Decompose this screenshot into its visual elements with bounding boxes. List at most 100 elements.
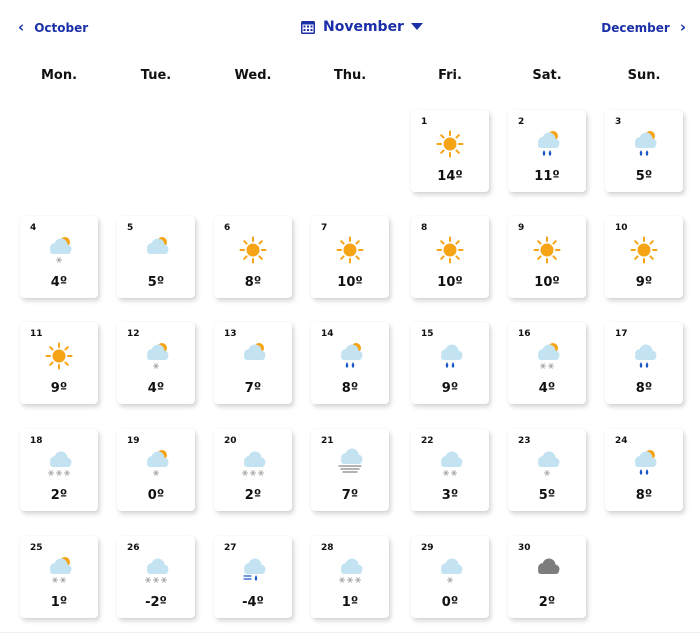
day-card[interactable]: 1 14º bbox=[411, 110, 489, 192]
day-number: 26 bbox=[127, 543, 140, 553]
temperature: 8º bbox=[635, 381, 653, 396]
day-number: 23 bbox=[518, 436, 531, 446]
day-card[interactable]: 22 3º bbox=[411, 429, 489, 511]
weather-partly-rain-icon bbox=[531, 128, 563, 160]
day-card[interactable]: 9 10º bbox=[508, 216, 586, 298]
day-card[interactable]: 24 8º bbox=[605, 429, 683, 511]
day-number: 27 bbox=[224, 543, 237, 553]
day-card[interactable]: 7 10º bbox=[311, 216, 389, 298]
temperature: 4º bbox=[538, 381, 556, 396]
weather-cloud-snow-icon bbox=[531, 447, 563, 479]
weather-partly-snow2-icon bbox=[531, 340, 563, 372]
weather-cloud-rain-icon bbox=[628, 340, 660, 372]
temperature: 5º bbox=[538, 488, 556, 503]
temperature: 4º bbox=[147, 381, 165, 396]
day-number: 20 bbox=[224, 436, 237, 446]
weather-cloud-snow3-icon bbox=[334, 554, 366, 586]
temperature: 0º bbox=[441, 595, 459, 610]
weekday-label: Thu. bbox=[333, 68, 367, 83]
day-number: 7 bbox=[321, 223, 328, 233]
temperature: 7º bbox=[244, 381, 262, 396]
temperature: 1º bbox=[341, 595, 359, 610]
day-card[interactable]: 18 2º bbox=[20, 429, 98, 511]
weather-cloud-snow-icon bbox=[434, 554, 466, 586]
day-card[interactable]: 14 8º bbox=[311, 322, 389, 404]
temperature: 8º bbox=[341, 381, 359, 396]
day-card[interactable]: 16 4º bbox=[508, 322, 586, 404]
weather-sun-icon bbox=[334, 234, 366, 266]
day-card[interactable]: 25 1º bbox=[20, 536, 98, 618]
day-card[interactable]: 26 -2º bbox=[117, 536, 195, 618]
day-number: 17 bbox=[615, 329, 628, 339]
day-card[interactable]: 6 8º bbox=[214, 216, 292, 298]
day-card[interactable]: 5 5º bbox=[117, 216, 195, 298]
day-card[interactable]: 17 8º bbox=[605, 322, 683, 404]
prev-month-button[interactable]: ‹ October bbox=[18, 20, 88, 35]
weather-partly-rain-icon bbox=[628, 447, 660, 479]
day-card[interactable]: 27 -4º bbox=[214, 536, 292, 618]
weather-partly-snow-icon bbox=[140, 447, 172, 479]
day-number: 3 bbox=[615, 117, 622, 127]
temperature: 11º bbox=[534, 169, 560, 184]
day-card[interactable]: 29 0º bbox=[411, 536, 489, 618]
day-number: 6 bbox=[224, 223, 231, 233]
temperature: 5º bbox=[635, 169, 653, 184]
day-card[interactable]: 4 4º bbox=[20, 216, 98, 298]
day-card[interactable]: 23 5º bbox=[508, 429, 586, 511]
day-card[interactable]: 10 9º bbox=[605, 216, 683, 298]
temperature: -4º bbox=[242, 595, 264, 610]
weather-cloud-snow3-icon bbox=[237, 447, 269, 479]
weather-dark-cloud-icon bbox=[531, 554, 563, 586]
weather-cloud-snow3-icon bbox=[140, 554, 172, 586]
day-card[interactable]: 15 9º bbox=[411, 322, 489, 404]
day-card[interactable]: 3 5º bbox=[605, 110, 683, 192]
temperature: 2º bbox=[244, 488, 262, 503]
day-number: 25 bbox=[30, 543, 43, 553]
caret-down-icon bbox=[410, 23, 423, 30]
weather-partly-rain-icon bbox=[628, 128, 660, 160]
prev-month-label: October bbox=[34, 20, 89, 35]
day-card[interactable]: 21 7º bbox=[311, 429, 389, 511]
weekday-label: Fri. bbox=[438, 68, 462, 83]
day-number: 24 bbox=[615, 436, 628, 446]
day-card[interactable]: 20 2º bbox=[214, 429, 292, 511]
temperature: 10º bbox=[437, 275, 463, 290]
temperature: 9º bbox=[635, 275, 653, 290]
day-card[interactable]: 8 10º bbox=[411, 216, 489, 298]
chevron-left-icon: ‹ bbox=[18, 18, 25, 36]
current-month-label: November bbox=[323, 19, 404, 35]
weather-partly-snow-icon bbox=[140, 340, 172, 372]
weather-partly-cloudy-icon bbox=[140, 234, 172, 266]
next-month-button[interactable]: December › bbox=[601, 20, 686, 35]
day-number: 5 bbox=[127, 223, 134, 233]
day-card[interactable]: 2 11º bbox=[508, 110, 586, 192]
day-card[interactable]: 13 7º bbox=[214, 322, 292, 404]
month-selector[interactable]: November bbox=[300, 19, 423, 35]
temperature: 10º bbox=[337, 275, 363, 290]
day-number: 12 bbox=[127, 329, 140, 339]
weather-partly-snow-icon bbox=[43, 234, 75, 266]
day-number: 10 bbox=[615, 223, 628, 233]
day-card[interactable]: 28 1º bbox=[311, 536, 389, 618]
day-number: 21 bbox=[321, 436, 334, 446]
day-card[interactable]: 19 0º bbox=[117, 429, 195, 511]
temperature: 1º bbox=[50, 595, 68, 610]
day-number: 15 bbox=[421, 329, 434, 339]
temperature: 9º bbox=[50, 381, 68, 396]
day-number: 11 bbox=[30, 329, 43, 339]
day-number: 16 bbox=[518, 329, 531, 339]
temperature: 2º bbox=[538, 595, 556, 610]
weather-fog-rain-icon bbox=[237, 554, 269, 586]
day-number: 1 bbox=[421, 117, 428, 127]
temperature: 2º bbox=[50, 488, 68, 503]
day-number: 28 bbox=[321, 543, 334, 553]
weather-partly-snow2-icon bbox=[43, 554, 75, 586]
day-card[interactable]: 12 4º bbox=[117, 322, 195, 404]
temperature: 9º bbox=[441, 381, 459, 396]
weather-partly-cloudy-icon bbox=[237, 340, 269, 372]
day-number: 9 bbox=[518, 223, 525, 233]
day-number: 22 bbox=[421, 436, 434, 446]
day-card[interactable]: 11 9º bbox=[20, 322, 98, 404]
temperature: -2º bbox=[145, 595, 167, 610]
day-card[interactable]: 30 2º bbox=[508, 536, 586, 618]
